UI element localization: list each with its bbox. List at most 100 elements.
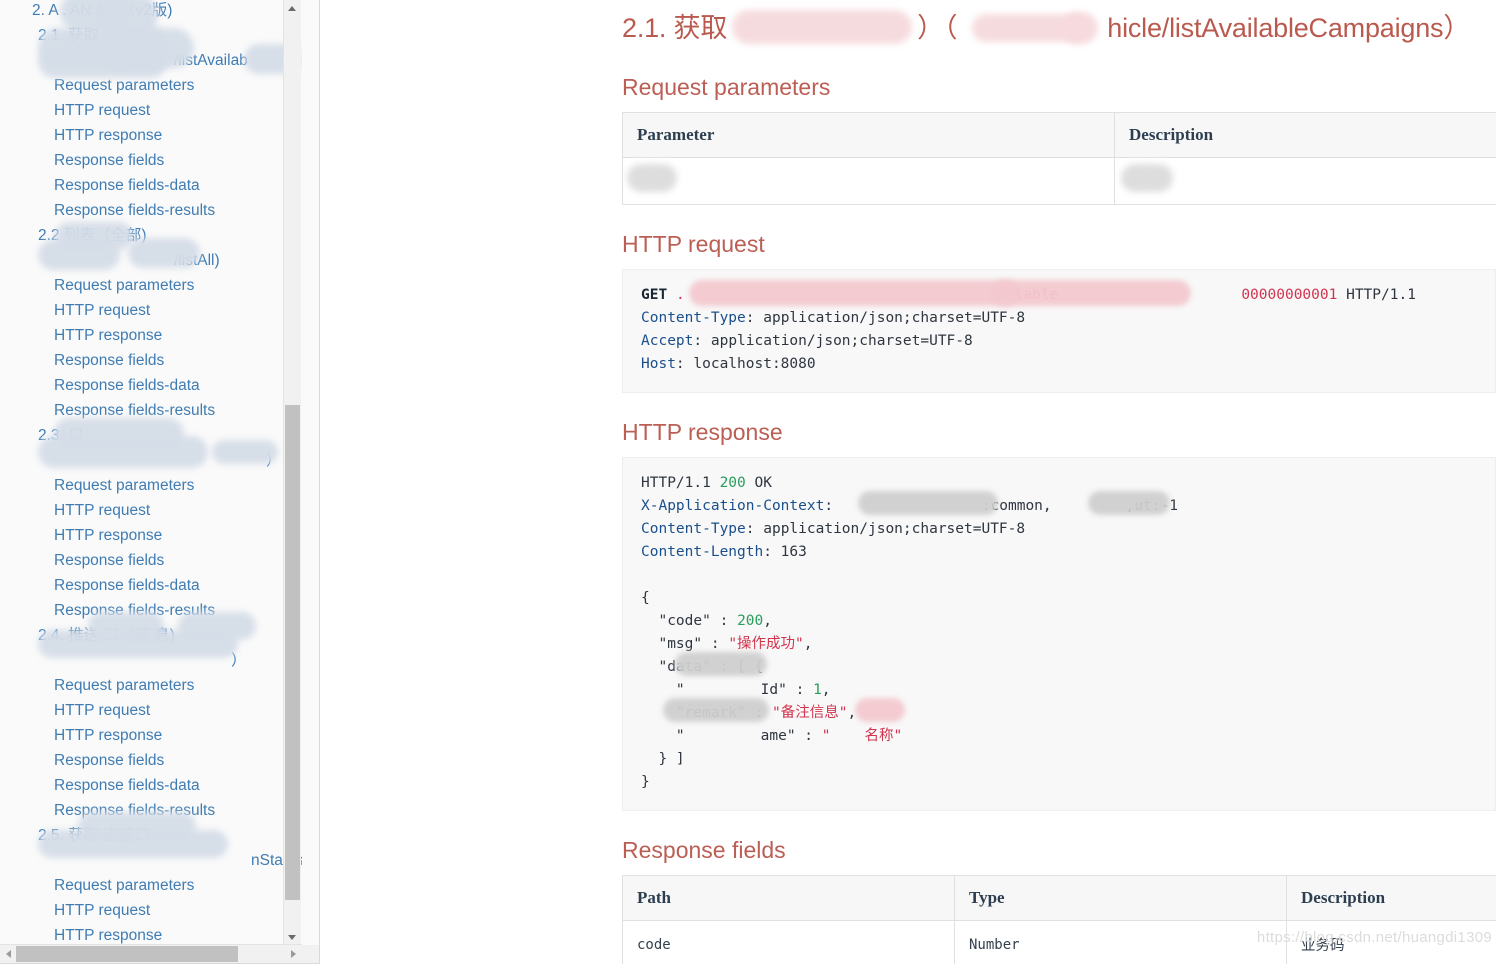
toc-item-response-fields-data[interactable]: Response fields-data xyxy=(0,573,302,598)
toc-item-label: Response fields xyxy=(54,552,165,569)
toc-item-label: Response fields-results xyxy=(54,402,216,419)
column-header-parameter: Parameter xyxy=(622,112,1115,158)
cell-path: code xyxy=(622,920,955,964)
http-request-code-block: GET .lable00000000001 HTTP/1.1 Content-T… xyxy=(622,269,1496,393)
toc-vertical-scrollbar[interactable] xyxy=(283,0,301,946)
toc-item-response-fields[interactable]: Response fields xyxy=(0,548,302,573)
response-fields-heading: Response fields xyxy=(622,837,786,863)
toc-item-label: HTTP response xyxy=(54,527,163,544)
toc-item-response-fields[interactable]: Response fields xyxy=(0,348,302,373)
http-protocol: HTTP/1.1 xyxy=(1346,287,1416,303)
toc-item-label: HTTP request xyxy=(54,902,151,919)
response-status-text: OK xyxy=(754,475,772,491)
toc-item-label: Response fields xyxy=(54,152,165,169)
toc-list: 2. A . AN API（v2版) 2.1. 获取 可: /listAvail… xyxy=(0,0,302,946)
toc-item-label: HTTP request xyxy=(54,302,151,319)
header-value-accept: application/json;charset=UTF-8 xyxy=(702,333,973,349)
redaction-blob xyxy=(1062,12,1098,44)
toc-item-label: Request parameters xyxy=(54,277,195,294)
toc-item-request-parameters[interactable]: Request parameters xyxy=(0,273,302,298)
chevron-left-icon xyxy=(6,950,11,958)
toc-item-http-request[interactable]: HTTP request xyxy=(0,98,302,123)
json-separator: : xyxy=(710,613,738,629)
json-value-id: 1 xyxy=(813,682,822,698)
toc-item-response-fields-results[interactable]: Response fields-results xyxy=(0,198,302,223)
scroll-right-button[interactable] xyxy=(285,945,302,963)
toc-item-http-response[interactable]: HTTP response xyxy=(0,723,302,748)
toc-item-label: HTTP response xyxy=(54,927,163,944)
header-value-content-type: application/json;charset=UTF-8 xyxy=(754,310,1026,326)
json-key-name: ame" xyxy=(760,728,796,744)
scrollbar-thumb-horizontal[interactable] xyxy=(16,946,238,962)
toc-item-request-parameters[interactable]: Request parameters xyxy=(0,473,302,498)
redaction-blob xyxy=(38,240,120,270)
toc-item-label: Request parameters xyxy=(54,877,195,894)
document-content[interactable]: 2.1. 获取 ）（ hicle/listAvailableCampaigns） R… xyxy=(612,0,1496,964)
toc-item-label: HTTP request xyxy=(54,502,151,519)
redaction-blob xyxy=(858,491,998,515)
toc-item-response-fields-data[interactable]: Response fields-data xyxy=(0,173,302,198)
cell-parameter xyxy=(622,157,1115,205)
redaction-blob xyxy=(38,436,208,468)
redaction-blob xyxy=(38,830,228,858)
toc-item-label: Response fields-data xyxy=(54,177,200,194)
toc-item-http-response[interactable]: HTTP response xyxy=(0,923,302,946)
toc-item-label: HTTP request xyxy=(54,702,151,719)
table-header-row: Path Type Description xyxy=(622,875,1496,921)
scroll-left-button[interactable] xyxy=(0,945,17,963)
toc-item-http-response[interactable]: HTTP response xyxy=(0,523,302,548)
cell-type: Number xyxy=(954,920,1287,964)
toc-horizontal-scrollbar[interactable] xyxy=(0,944,302,963)
table-row xyxy=(622,157,1496,205)
response-proto: HTTP/1.1 xyxy=(641,475,711,491)
json-comma: , xyxy=(763,613,772,629)
toc-item-response-fields-data[interactable]: Response fields-data xyxy=(0,373,302,398)
scroll-up-button[interactable] xyxy=(284,0,301,17)
request-parameters-heading: Request parameters xyxy=(622,74,831,100)
json-key-msg: "msg" xyxy=(658,636,703,652)
toc-item-http-response[interactable]: HTTP response xyxy=(0,323,302,348)
toc-item-label: Request parameters xyxy=(54,477,195,494)
redaction-blob xyxy=(689,280,1019,306)
scrollbar-corner xyxy=(301,945,319,963)
request-parameters-table: Parameter Description xyxy=(622,112,1496,205)
toc-item-http-request[interactable]: HTTP request xyxy=(0,498,302,523)
toc-item-response-fields[interactable]: Response fields xyxy=(0,148,302,173)
toc-item-response-fields[interactable]: Response fields xyxy=(0,748,302,773)
redaction-blob xyxy=(212,440,278,464)
toc-item-request-parameters[interactable]: Request parameters xyxy=(0,873,302,898)
column-header-description: Description xyxy=(1114,112,1496,158)
toc-item-http-response[interactable]: HTTP response xyxy=(0,123,302,148)
scrollbar-thumb-vertical[interactable] xyxy=(285,405,300,900)
json-value-code: 200 xyxy=(737,613,764,629)
json-open-brace: { xyxy=(641,590,650,606)
json-array-close: } ] xyxy=(658,751,685,767)
toc-item-label: HTTP request xyxy=(54,102,151,119)
page-title: 2.1. 获取 ）（ hicle/listAvailableCampaigns） xyxy=(622,8,1496,48)
cell-description xyxy=(1114,157,1496,205)
redaction-blob xyxy=(128,238,200,268)
json-value-msg: "操作成功" xyxy=(728,636,804,652)
table-of-contents-panel[interactable]: 2. A . AN API（v2版) 2.1. 获取 可: /listAvail… xyxy=(0,0,320,964)
header-name-host: Host xyxy=(641,356,676,372)
toc-item-http-request[interactable]: HTTP request xyxy=(0,298,302,323)
redaction-blob xyxy=(855,698,905,722)
http-url-part-a: . xyxy=(675,287,685,303)
toc-item-label: Response fields-data xyxy=(54,377,200,394)
toc-item-label: Request parameters xyxy=(54,677,195,694)
header-name-content-length: Content-Length xyxy=(641,544,764,560)
http-response-heading: HTTP response xyxy=(622,419,783,445)
redaction-blob xyxy=(627,164,677,192)
toc-scroll-area[interactable]: 2. A . AN API（v2版) 2.1. 获取 可: /listAvail… xyxy=(0,0,302,946)
toc-item-response-fields-data[interactable]: Response fields-data xyxy=(0,773,302,798)
http-response-code-block: HTTP/1.1 200 OK X-Application-Context: :… xyxy=(622,457,1496,811)
toc-item-http-request[interactable]: HTTP request xyxy=(0,698,302,723)
redaction-blob xyxy=(1121,164,1173,192)
header-name-x-application-context: X-Application-Context xyxy=(641,498,825,514)
toc-item-request-parameters[interactable]: Request parameters xyxy=(0,673,302,698)
response-fields-table: Path Type Description code Number 业务码 ms… xyxy=(622,875,1496,964)
page-title-mid: ）（ xyxy=(917,13,958,43)
json-key-code: "code" xyxy=(658,613,711,629)
toc-item-http-request[interactable]: HTTP request xyxy=(0,898,302,923)
redaction-blob xyxy=(38,630,238,658)
